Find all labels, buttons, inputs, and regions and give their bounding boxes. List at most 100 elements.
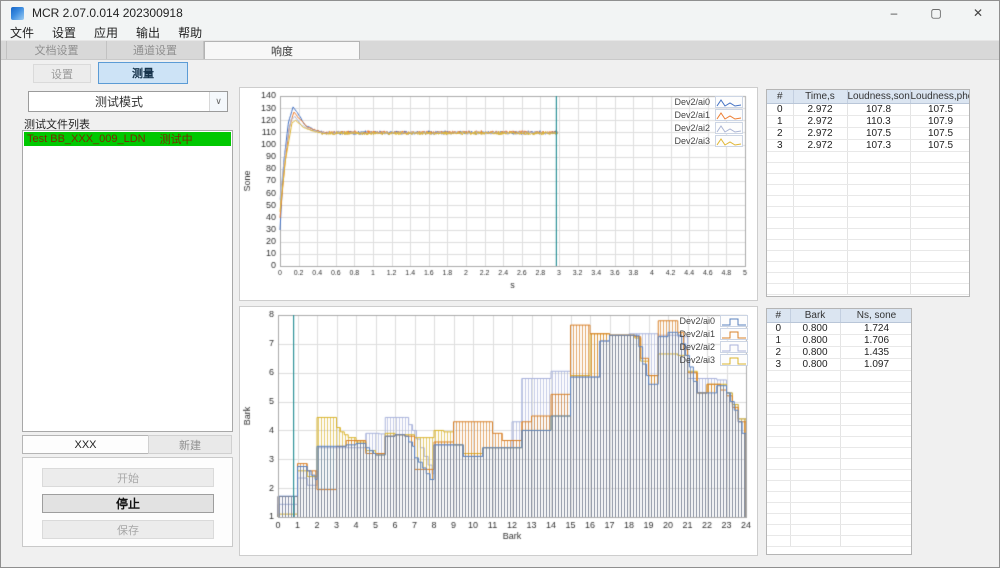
chevron-down-icon[interactable]: ∨ bbox=[209, 92, 227, 111]
table-row[interactable]: 32.972107.3107.5 bbox=[767, 139, 970, 151]
legend-item[interactable]: Dev2/ai3 bbox=[674, 135, 743, 147]
legend-item[interactable]: Dev2/ai2 bbox=[679, 341, 748, 353]
table-cell bbox=[840, 535, 912, 546]
table-row[interactable] bbox=[767, 250, 970, 261]
table-row[interactable] bbox=[767, 425, 912, 436]
minimize-button[interactable]: – bbox=[873, 1, 915, 25]
table-cell bbox=[793, 239, 847, 250]
table-cell: 2.972 bbox=[793, 139, 847, 151]
table-cell bbox=[847, 184, 910, 195]
table-row[interactable]: 02.972107.8107.5 bbox=[767, 103, 970, 115]
table-row[interactable] bbox=[767, 458, 912, 469]
legend-item[interactable]: Dev2/ai0 bbox=[679, 315, 748, 327]
table-row[interactable] bbox=[767, 370, 912, 381]
table-row[interactable] bbox=[767, 524, 912, 535]
table-cell bbox=[793, 217, 847, 228]
table-cell bbox=[790, 513, 840, 524]
table-row[interactable]: 00.8001.724 bbox=[767, 322, 912, 334]
table-row[interactable] bbox=[767, 436, 912, 447]
table-cell bbox=[847, 173, 910, 184]
table-row[interactable]: 10.8001.706 bbox=[767, 334, 912, 346]
table-row[interactable] bbox=[767, 272, 970, 283]
table-row[interactable] bbox=[767, 513, 912, 524]
table-cell bbox=[767, 217, 793, 228]
table-cell bbox=[767, 458, 790, 469]
step-sample-icon bbox=[720, 341, 748, 353]
table-row[interactable] bbox=[767, 206, 970, 217]
menu-settings[interactable]: 设置 bbox=[43, 24, 85, 41]
table-cell bbox=[847, 206, 910, 217]
table-row[interactable] bbox=[767, 162, 970, 173]
line-sample-icon bbox=[715, 135, 743, 147]
table-cell: 2.972 bbox=[793, 127, 847, 139]
table-cell bbox=[910, 217, 970, 228]
table-header-row: #Time,sLoudness,soneLoudness,phon bbox=[767, 90, 970, 103]
table-row[interactable] bbox=[767, 480, 912, 491]
table-cell bbox=[793, 261, 847, 272]
table-row[interactable] bbox=[767, 403, 912, 414]
legend-item[interactable]: Dev2/ai0 bbox=[674, 96, 743, 108]
table-row[interactable] bbox=[767, 469, 912, 480]
xxx-button[interactable]: XXX bbox=[22, 435, 149, 454]
table-row[interactable] bbox=[767, 535, 912, 546]
table-cell bbox=[790, 502, 840, 513]
table-row[interactable] bbox=[767, 447, 912, 458]
table-row[interactable] bbox=[767, 239, 970, 250]
table-cell bbox=[767, 480, 790, 491]
bottom-chart-legend: Dev2/ai0 Dev2/ai1 Dev2/ai2 Dev2/ai3 bbox=[679, 315, 748, 366]
table-row[interactable] bbox=[767, 173, 970, 184]
table-row[interactable] bbox=[767, 151, 970, 162]
menu-application[interactable]: 应用 bbox=[85, 24, 127, 41]
table-row[interactable] bbox=[767, 261, 970, 272]
list-item[interactable]: Test BB_XXX_009_LDN测试中 bbox=[24, 132, 231, 146]
table-cell bbox=[767, 447, 790, 458]
menu-help[interactable]: 帮助 bbox=[169, 24, 211, 41]
table-cell bbox=[910, 272, 970, 283]
test-mode-dropdown[interactable]: 测试模式 ∨ bbox=[28, 91, 228, 112]
menu-file[interactable]: 文件 bbox=[1, 24, 43, 41]
table-row[interactable] bbox=[767, 195, 970, 206]
table-row[interactable] bbox=[767, 217, 970, 228]
table-row[interactable] bbox=[767, 491, 912, 502]
table-row[interactable]: 30.8001.097 bbox=[767, 358, 912, 370]
table-row[interactable] bbox=[767, 228, 970, 239]
table-cell bbox=[910, 206, 970, 217]
legend-item[interactable]: Dev2/ai3 bbox=[679, 354, 748, 366]
table-cell bbox=[910, 228, 970, 239]
start-button[interactable]: 开始 bbox=[42, 468, 214, 487]
legend-item[interactable]: Dev2/ai1 bbox=[674, 109, 743, 121]
menu-output[interactable]: 输出 bbox=[127, 24, 169, 41]
test-file-listbox[interactable]: Test BB_XXX_009_LDN测试中 bbox=[22, 130, 233, 432]
tab-channel-settings[interactable]: 通道设置 bbox=[107, 41, 204, 59]
table-row[interactable]: 12.972110.3107.9 bbox=[767, 115, 970, 127]
table-cell bbox=[767, 491, 790, 502]
subtab-settings-button[interactable]: 设置 bbox=[33, 64, 91, 83]
table-cell bbox=[840, 436, 912, 447]
tab-loudness[interactable]: 响度 bbox=[204, 41, 360, 59]
test-mode-value: 测试模式 bbox=[29, 93, 209, 110]
table-row[interactable] bbox=[767, 502, 912, 513]
legend-item[interactable]: Dev2/ai1 bbox=[679, 328, 748, 340]
table-cell bbox=[793, 184, 847, 195]
step-sample-icon bbox=[720, 354, 748, 366]
table-cell bbox=[840, 469, 912, 480]
save-button[interactable]: 保存 bbox=[42, 520, 214, 539]
tab-document-settings[interactable]: 文档设置 bbox=[6, 41, 107, 59]
new-button[interactable]: 新建 bbox=[148, 435, 232, 454]
table-cell bbox=[790, 436, 840, 447]
table-cell bbox=[910, 261, 970, 272]
table-row[interactable] bbox=[767, 184, 970, 195]
stop-button[interactable]: 停止 bbox=[42, 494, 214, 513]
table-row[interactable] bbox=[767, 283, 970, 294]
table-row[interactable] bbox=[767, 392, 912, 403]
table-row[interactable] bbox=[767, 381, 912, 392]
table-row[interactable]: 20.8001.435 bbox=[767, 346, 912, 358]
legend-item[interactable]: Dev2/ai2 bbox=[674, 122, 743, 134]
table-row[interactable] bbox=[767, 414, 912, 425]
subtab-measure-button[interactable]: 测量 bbox=[98, 62, 188, 84]
table-cell: 1 bbox=[767, 334, 790, 346]
table-cell bbox=[847, 250, 910, 261]
maximize-button[interactable]: ▢ bbox=[915, 1, 957, 25]
close-button[interactable]: ✕ bbox=[957, 1, 999, 25]
table-row[interactable]: 22.972107.5107.5 bbox=[767, 127, 970, 139]
